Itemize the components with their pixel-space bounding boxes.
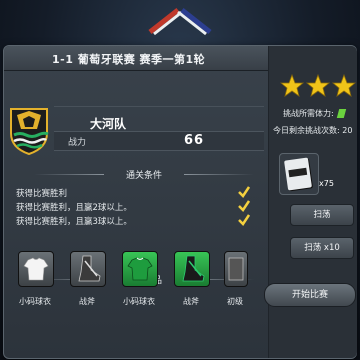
power-label: 战力 [68,138,87,148]
drop-label: 小码球衣 [123,297,155,306]
condition-text: 获得比赛胜利，且赢2球以上。 [16,203,132,213]
title-bar: 1-1 葡萄牙联赛 赛季一第1轮 [4,46,268,71]
stamina-row: 挑战所需体力: [283,108,357,119]
drop-tile [18,251,54,287]
drop-tile [70,251,106,287]
condition-text: 获得比赛胜利，且赢3球以上。 [16,217,132,227]
condition-item: 获得比赛胜利，且赢2球以上。 [16,200,256,215]
team-crest-icon [10,108,49,155]
sweep-x10-button[interactable]: 扫荡 x10 [290,237,354,259]
stage-panel: 1-1 葡萄牙联赛 赛季一第1轮 大河队 战力 66 通关条件 获得比赛胜利 获… [3,45,357,359]
energy-icon [336,109,346,118]
drop-label: 战斧 [183,297,199,306]
check-icon [238,200,250,212]
stamina-label: 挑战所需体力: [283,109,334,118]
drop-label: 战斧 [79,297,95,306]
ticket-stripe [288,167,308,178]
reward-sidebar: 挑战所需体力: 今日剩余挑战次数: 20 x75 扫荡 扫荡 x10 [268,46,357,358]
drop-item[interactable]: 战斧 [70,251,106,306]
ticket-count: x75 [319,179,334,188]
drop-item[interactable]: 初级 [224,251,258,306]
drop-label: 初级 [227,297,243,306]
sweep-button[interactable]: 扫荡 [290,204,354,226]
stage-title: 1-1 葡萄牙联赛 赛季一第1轮 [52,53,206,66]
drops-list: 小码球衣 战斧 小码球衣 战斧 初级 [18,251,264,311]
power-row: 战力 66 [54,131,264,151]
check-icon [238,186,250,198]
boot-icon [78,255,101,282]
star-icon [280,74,356,97]
sweep-ticket-icon [284,157,312,191]
condition-item: 获得比赛胜利，且赢3球以上。 [16,214,256,229]
drop-label: 小码球衣 [19,297,51,306]
white-jersey-icon [23,257,49,281]
conditions-list: 获得比赛胜利 获得比赛胜利，且赢2球以上。 获得比赛胜利，且赢3球以上。 [16,186,256,229]
condition-item: 获得比赛胜利 [16,186,256,201]
drop-tile [224,251,248,287]
boot-icon [182,255,205,282]
stage-info: 大河队 战力 66 通关条件 获得比赛胜利 获得比赛胜利，且赢2球以上。 获得比… [4,70,268,358]
check-icon [238,214,250,226]
conditions-header: 通关条件 [34,168,254,182]
team-name: 大河队 [90,117,127,131]
flag-emblem-icon [148,8,212,36]
drop-tile [122,251,158,287]
start-match-button[interactable]: 开始比赛 [264,283,356,307]
drop-item[interactable]: 小码球衣 [122,251,158,306]
drop-item[interactable]: 小码球衣 [18,251,54,306]
condition-text: 获得比赛胜利 [16,189,68,199]
drop-tile [174,251,210,287]
remain-attempts: 今日剩余挑战次数: 20 [273,126,353,135]
green-jersey-icon [127,257,153,281]
sweep-ticket-slot[interactable] [279,153,319,195]
header-divider [54,106,264,107]
power-value: 66 [184,133,205,148]
stars-rating [280,74,356,97]
drop-item[interactable]: 战斧 [174,251,210,306]
item-icon [228,257,244,281]
